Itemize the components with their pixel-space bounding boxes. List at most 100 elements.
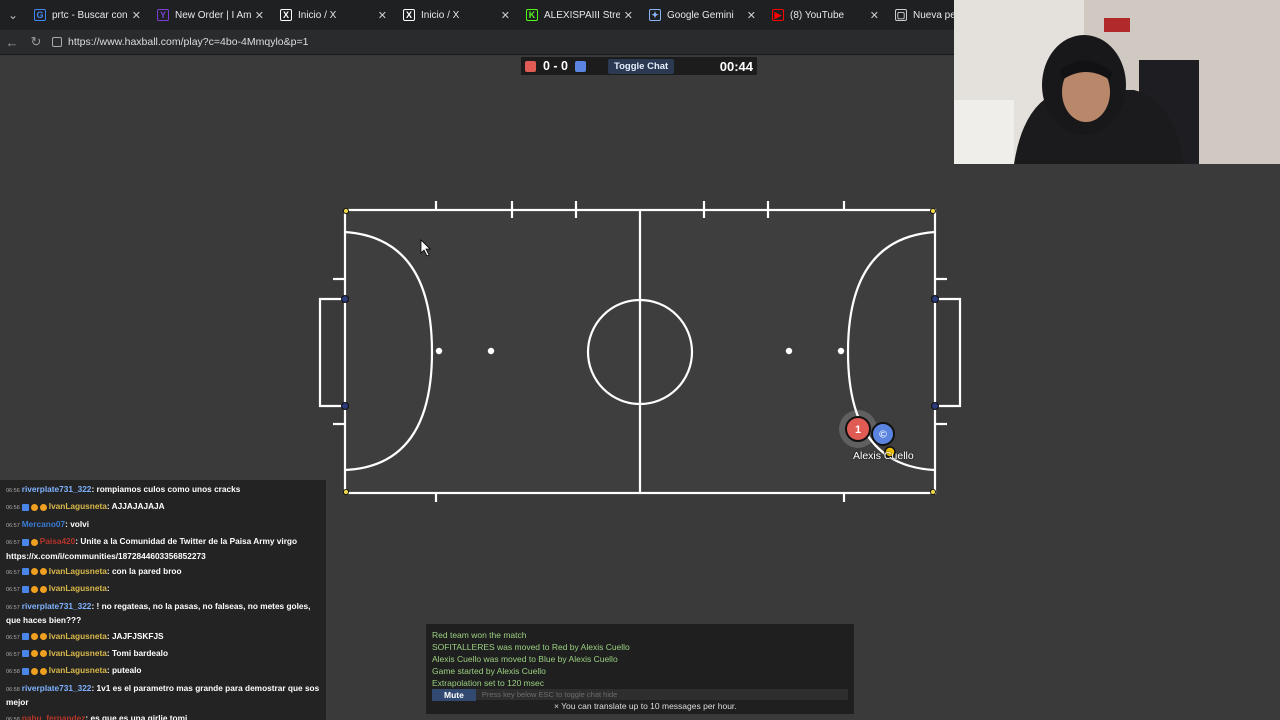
browser-tab[interactable]: X Inicio / X ✕: [395, 0, 518, 30]
chat-timestamp: 06:57: [6, 587, 20, 594]
chat-username[interactable]: nahu_fernandez: [22, 713, 86, 720]
chat-badge-icon: [30, 503, 38, 511]
chat-timestamp: 06:57: [6, 634, 20, 641]
blue-player: ©: [871, 422, 895, 446]
chat-message: 06:57 IvanLagusneta: Tomi bardealo: [6, 647, 322, 661]
chat-message: 06:58 IvanLagusneta: putealo: [6, 664, 322, 678]
chat-text: : putealo: [106, 665, 142, 676]
browser-tab[interactable]: ✦ Google Gemini ✕: [641, 0, 764, 30]
chat-text: :: [106, 583, 110, 594]
tab-label: ALEXISPAIII Stream - Wa: [544, 9, 620, 21]
svg-text:©: ©: [878, 430, 888, 441]
chat-timestamp: 06:56: [6, 488, 20, 494]
tab-label: New Order | I Am Provid: [175, 9, 251, 21]
chat-text: : es que es una girlie tomi: [85, 712, 188, 720]
site-info-icon[interactable]: [52, 37, 62, 47]
chat-message: 06:57 IvanLagusneta: JAJFJSKFJS: [6, 630, 322, 644]
chat-username[interactable]: Paisa420: [40, 536, 76, 546]
x-icon: X: [403, 9, 415, 21]
chat-badge-icon: [30, 650, 38, 658]
red-team-icon: [525, 60, 536, 72]
tab-close-icon[interactable]: ✕: [132, 9, 141, 22]
futsal-field: 1 ©: [318, 201, 962, 502]
translate-notice: × You can translate up to 10 messages pe…: [554, 701, 737, 711]
chat-text: : JAJFJSKFJS: [106, 630, 164, 641]
chat-timestamp: 06:57: [6, 652, 20, 659]
browser-tab[interactable]: ▶ (8) YouTube ✕: [764, 0, 887, 30]
tab-close-icon[interactable]: ✕: [255, 9, 264, 22]
chat-message: 06:57 Paisa420: Unite a la Comunidad de T…: [6, 535, 322, 562]
browser-tab[interactable]: Gprtc - Buscar con Google ✕: [26, 0, 149, 30]
chat-username[interactable]: IvanLagusneta: [49, 583, 107, 593]
chat-input-row: Mute Press key below ESC to toggle chat …: [432, 688, 848, 701]
chat-username[interactable]: IvanLagusneta: [49, 665, 107, 675]
youtube-icon: ▶: [772, 9, 784, 21]
chat-message: 06:56 IvanLagusneta: AJJAJAJAJA: [6, 500, 322, 514]
chat-badge-icon: [21, 632, 29, 640]
chat-username[interactable]: IvanLagusneta: [49, 631, 107, 641]
screen: ⌄ Gprtc - Buscar con Google ✕ Y New Order |…: [0, 0, 1280, 720]
chat-username[interactable]: riverplate731_322: [22, 601, 92, 611]
chat-text: : con la pared broo: [106, 566, 182, 577]
chat-username[interactable]: IvanLagusneta: [49, 566, 107, 576]
chat-badge-icon: [39, 585, 47, 593]
chat-text: : Tomi bardealo: [106, 648, 169, 659]
chat-badge-icon: [39, 503, 47, 511]
match-timer: 00:44: [719, 58, 753, 74]
tab-label: Inicio / X: [421, 9, 460, 21]
toggle-chat-button[interactable]: Toggle Chat: [608, 58, 675, 74]
tab-close-icon[interactable]: ✕: [747, 9, 756, 22]
chat-timestamp: 06:58: [6, 686, 20, 693]
chat-username[interactable]: IvanLagusneta: [49, 648, 107, 658]
svg-text:1: 1: [855, 424, 861, 436]
reload-icon[interactable]: ↻: [24, 34, 48, 50]
chat-username[interactable]: Mercano07: [22, 519, 65, 529]
tab-label: prtc - Buscar con Google: [52, 9, 128, 21]
score: 0 - 0: [543, 59, 569, 73]
chat-timestamp: 06:57: [6, 522, 20, 529]
chat-badge-icon: [39, 632, 47, 640]
tab-close-icon[interactable]: ✕: [870, 9, 879, 22]
gemini-icon: ✦: [649, 9, 661, 21]
webcam-streamer-image: [954, 0, 1280, 164]
chat-badge-icon: [39, 568, 47, 576]
chat-text: : volvi: [65, 518, 90, 529]
chat-timestamp: 06:56: [6, 505, 20, 512]
browser-tab[interactable]: K ALEXISPAIII Stream - Wa ✕: [518, 0, 641, 30]
tab-close-icon[interactable]: ✕: [501, 9, 510, 22]
chat-badge-icon: [21, 568, 29, 576]
stream-chat-panel[interactable]: 06:56 riverplate731_322: rompiamos culos …: [0, 480, 326, 720]
chat-input[interactable]: Press key below ESC to toggle chat hide: [482, 690, 618, 699]
chat-username[interactable]: riverplate731_322: [22, 683, 92, 693]
player-name-label: Alexis Cuello: [853, 450, 914, 462]
url-text: https://www.haxball.com/play?c=4bo-4Mmqy…: [68, 36, 309, 48]
chat-badge-icon: [30, 632, 38, 640]
chat-username[interactable]: IvanLagusneta: [49, 501, 107, 511]
chat-message-list: 06:56 riverplate731_322: rompiamos culos …: [6, 483, 322, 720]
tab-close-icon[interactable]: ✕: [378, 9, 387, 22]
browser-tab[interactable]: X Inicio / X ✕: [272, 0, 395, 30]
left-goal: [318, 297, 345, 408]
back-icon[interactable]: ←: [0, 35, 24, 50]
chat-username[interactable]: riverplate731_322: [22, 484, 92, 494]
scoreboard: 0 - 0 Toggle Chat 00:44: [521, 57, 757, 75]
chat-badge-icon: [30, 667, 38, 675]
x-icon: X: [280, 9, 292, 21]
chat-text: : rompiamos culos como unos cracks: [91, 484, 241, 494]
url-field[interactable]: https://www.haxball.com/play?c=4bo-4Mmqy…: [52, 36, 308, 48]
kick-icon: K: [526, 9, 538, 21]
chat-message: 06:56 riverplate731_322: rompiamos culos …: [6, 483, 322, 497]
chat-badge-icon: [30, 568, 38, 576]
chat-message: 06:57 IvanLagusneta: con la pared broo: [6, 565, 322, 579]
chat-badge-icon: [30, 585, 38, 593]
chat-badge-icon: [21, 667, 29, 675]
tab-search-icon[interactable]: ⌄: [0, 0, 26, 30]
browser-tab[interactable]: Y New Order | I Am Provid ✕: [149, 0, 272, 30]
game-log-line: Red team won the match: [432, 630, 527, 640]
google-icon: G: [34, 9, 46, 21]
tab-close-icon[interactable]: ✕: [624, 9, 633, 22]
tab-label: (8) YouTube: [790, 9, 845, 21]
chat-timestamp: 06:57: [6, 570, 20, 577]
chat-timestamp: 06:57: [6, 540, 20, 547]
mute-button[interactable]: Mute: [432, 688, 476, 701]
